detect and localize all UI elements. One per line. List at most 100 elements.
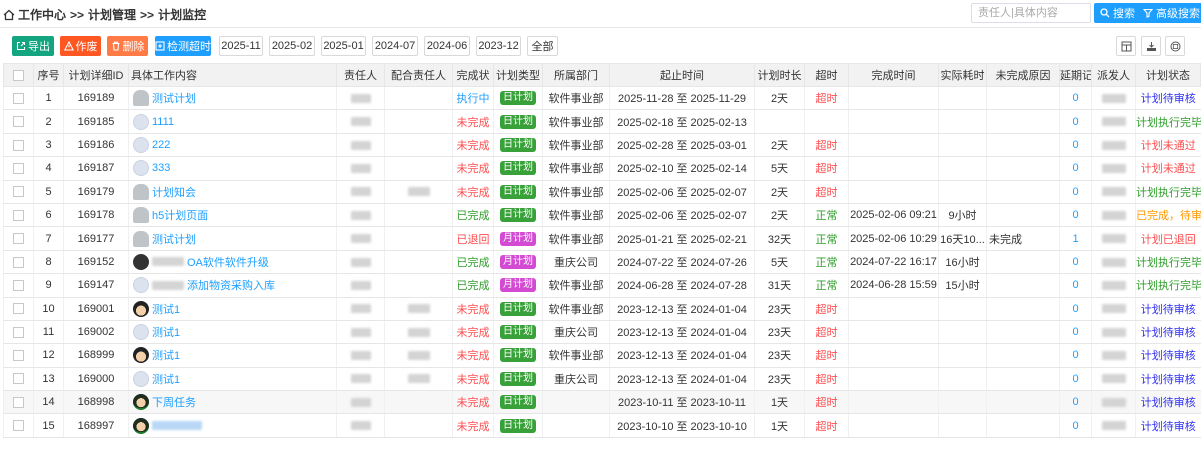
header-cell[interactable]: 计划状态 xyxy=(1135,63,1201,87)
row-checkbox[interactable] xyxy=(3,413,34,438)
content-link[interactable]: 测试1 xyxy=(152,371,180,387)
content-link[interactable]: 测试1 xyxy=(152,324,180,340)
header-cell[interactable]: 未完成原因 xyxy=(986,63,1060,87)
filter-2023-12[interactable]: 2023-12 xyxy=(476,36,521,56)
table-row[interactable]: 14 168998 下周任务 未完成 日计划 2023-10-11 至 2023-10-1… xyxy=(3,390,1201,415)
export-table-button[interactable] xyxy=(1141,36,1161,56)
delete-button[interactable]: 删除 xyxy=(107,36,148,56)
header-cell[interactable]: 完成状 xyxy=(452,63,494,87)
breadcrumb-work-center[interactable]: 工作中心 xyxy=(18,6,66,23)
row-checkbox[interactable] xyxy=(3,133,34,158)
table-row[interactable]: 1 169189 测试计划 执行中 日计划 软件事业部 2025-11-28 至 2025-… xyxy=(3,86,1201,111)
cell-delay[interactable]: 0 xyxy=(1059,180,1092,204)
row-checkbox[interactable] xyxy=(3,367,34,392)
table-row[interactable]: 7 169177 测试计划 已退回 月计划 软件事业部 2025-01-21 至 2025-… xyxy=(3,226,1201,251)
print-button[interactable] xyxy=(1165,36,1185,56)
filter-2025-02[interactable]: 2025-02 xyxy=(269,36,315,56)
export-button[interactable]: 导出 xyxy=(12,36,54,56)
cell-delay[interactable]: 1 xyxy=(1059,226,1092,251)
filter-2024-06[interactable]: 2024-06 xyxy=(424,36,470,56)
content-link[interactable]: 测试计划 xyxy=(152,231,196,247)
row-checkbox[interactable] xyxy=(3,297,34,321)
content-link[interactable]: h5计划页面 xyxy=(152,207,208,223)
detect-timeout-button[interactable]: 检测超时 xyxy=(155,36,211,56)
header-cell[interactable]: 序号 xyxy=(33,63,64,87)
cell-delay[interactable]: 0 xyxy=(1059,133,1092,158)
breadcrumb-plan-manage[interactable]: 计划管理 xyxy=(88,6,136,23)
cell-delay[interactable]: 0 xyxy=(1059,367,1092,392)
content-link[interactable]: 333 xyxy=(152,162,170,174)
content-link[interactable]: 测试1 xyxy=(152,347,180,363)
header-cell[interactable]: 计划类型 xyxy=(493,63,543,87)
header-cell[interactable]: 延期记 xyxy=(1059,63,1092,87)
cell-delay[interactable]: 0 xyxy=(1059,203,1092,228)
cell-delay[interactable]: 0 xyxy=(1059,86,1092,111)
cell-delay[interactable]: 0 xyxy=(1059,297,1092,321)
row-checkbox[interactable] xyxy=(3,203,34,228)
cell-delay[interactable]: 0 xyxy=(1059,390,1092,415)
header-cell[interactable]: 计划时长 xyxy=(754,63,805,87)
table-row[interactable]: 9 169147 添加物资采购入库 已完成 月计划 软件事业部 2024-06-28 至 2… xyxy=(3,273,1201,298)
table-row[interactable]: 2 169185 1111 未完成 日计划 软件事业部 2025-02-18 至 2025-… xyxy=(3,109,1201,134)
table-row[interactable]: 4 169187 333 未完成 日计划 软件事业部 2025-02-10 至 2025-0… xyxy=(3,156,1201,181)
filter-all[interactable]: 全部 xyxy=(527,36,558,56)
table-row[interactable]: 3 169186 222 未完成 日计划 软件事业部 2025-02-28 至 2025-0… xyxy=(3,133,1201,158)
content-link[interactable]: 测试计划 xyxy=(152,90,196,106)
header-cell[interactable]: 完成时间 xyxy=(848,63,939,87)
row-checkbox[interactable] xyxy=(3,180,34,204)
content-link[interactable]: 222 xyxy=(152,139,170,151)
header-cell[interactable]: 起止时间 xyxy=(609,63,755,87)
cell-delay[interactable]: 0 xyxy=(1059,250,1092,275)
row-checkbox[interactable] xyxy=(3,273,34,298)
row-checkbox[interactable] xyxy=(3,109,34,134)
row-checkbox[interactable] xyxy=(3,320,34,345)
content-link[interactable]: 添加物资采购入库 xyxy=(187,277,275,293)
content-link[interactable]: 1111 xyxy=(152,116,174,128)
cell-range: 2025-01-21 至 2025-02-21 xyxy=(609,226,755,251)
header-cell[interactable]: 所属部门 xyxy=(542,63,610,87)
search-button[interactable]: 搜索 xyxy=(1094,3,1141,23)
table-row[interactable]: 11 169002 测试1 未完成 日计划 重庆公司 2023-12-13 至 2024-0… xyxy=(3,320,1201,345)
header-cell[interactable]: 具体工作内容 xyxy=(128,63,337,87)
header-cell[interactable]: 配合责任人 xyxy=(384,63,453,87)
filter-2024-07[interactable]: 2024-07 xyxy=(372,36,418,56)
row-checkbox[interactable] xyxy=(3,250,34,275)
header-cell[interactable]: 计划详细ID xyxy=(63,63,129,87)
filter-2025-11[interactable]: 2025-11 xyxy=(219,36,263,56)
cell-delay[interactable]: 0 xyxy=(1059,343,1092,368)
filter-2025-01[interactable]: 2025-01 xyxy=(321,36,366,56)
table-row[interactable]: 10 169001 测试1 未完成 日计划 软件事业部 2023-12-13 至 2024-… xyxy=(3,297,1201,321)
row-checkbox[interactable] xyxy=(3,86,34,111)
cell-delay[interactable]: 0 xyxy=(1059,109,1092,134)
header-cell[interactable]: 实际耗时 xyxy=(938,63,987,87)
row-checkbox[interactable] xyxy=(3,226,34,251)
table-row[interactable]: 13 169000 测试1 未完成 日计划 重庆公司 2023-12-13 至 2024-0… xyxy=(3,367,1201,392)
content-link[interactable]: 下周任务 xyxy=(152,394,196,410)
search-input[interactable] xyxy=(971,3,1091,23)
plan-type-tag: 月计划 xyxy=(500,278,536,293)
select-all-checkbox[interactable] xyxy=(3,63,34,87)
cell-delay[interactable]: 0 xyxy=(1059,273,1092,298)
row-checkbox[interactable] xyxy=(3,390,34,415)
table-row[interactable]: 5 169179 计划知会 未完成 日计划 软件事业部 2025-02-06 至 2025-… xyxy=(3,180,1201,204)
advanced-search-button[interactable]: 高级搜索 xyxy=(1137,3,1201,23)
content-link[interactable]: OA软件软件升级 xyxy=(187,254,269,270)
table-row[interactable]: 8 169152 OA软件软件升级 已完成 月计划 重庆公司 2024-07-22 至 20… xyxy=(3,250,1201,275)
header-cell[interactable]: 超时 xyxy=(804,63,849,87)
table-row[interactable]: 6 169178 h5计划页面 已完成 日计划 软件事业部 2025-02-06 至 202… xyxy=(3,203,1201,228)
void-button[interactable]: 作废 xyxy=(60,36,101,56)
table-row[interactable]: 12 168999 测试1 未完成 日计划 软件事业部 2023-12-13 至 2024-… xyxy=(3,343,1201,368)
cell-duration: 2天 xyxy=(754,180,805,204)
cell-delay[interactable]: 0 xyxy=(1059,156,1092,181)
header-cell[interactable]: 责任人 xyxy=(336,63,385,87)
home-icon[interactable] xyxy=(3,9,15,21)
table-row[interactable]: 15 168997 未完成 日计划 2023-10-10 至 2023-10-10 1天超… xyxy=(3,413,1201,438)
columns-button[interactable] xyxy=(1116,36,1136,56)
content-link[interactable]: 测试1 xyxy=(152,301,180,317)
header-cell[interactable]: 派发人 xyxy=(1091,63,1136,87)
content-link[interactable]: 计划知会 xyxy=(152,184,196,200)
row-checkbox[interactable] xyxy=(3,156,34,181)
row-checkbox[interactable] xyxy=(3,343,34,368)
cell-delay[interactable]: 0 xyxy=(1059,413,1092,438)
cell-delay[interactable]: 0 xyxy=(1059,320,1092,345)
